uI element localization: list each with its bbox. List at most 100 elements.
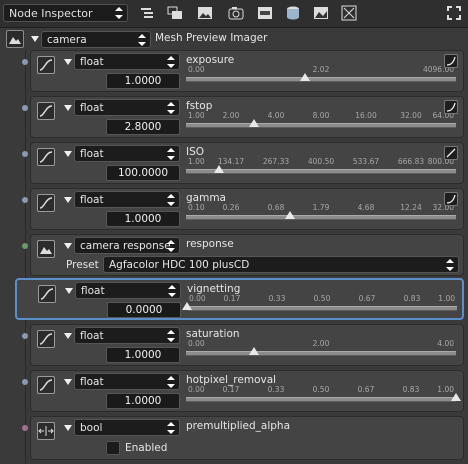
graph-editor-icon[interactable] bbox=[37, 56, 55, 74]
response-type-dropdown[interactable]: camera response bbox=[74, 237, 180, 254]
collapse-arrow-icon[interactable] bbox=[64, 425, 72, 431]
curve-s-icon[interactable] bbox=[444, 192, 458, 206]
graph-editor-icon[interactable] bbox=[38, 285, 56, 303]
expand-icon[interactable] bbox=[446, 5, 462, 21]
slider-tick-label: 0.83 bbox=[402, 385, 420, 394]
slider-thumb[interactable] bbox=[182, 302, 192, 310]
collapse-arrow-icon[interactable] bbox=[64, 379, 72, 385]
graph-editor-icon[interactable] bbox=[37, 376, 55, 394]
param-value-field[interactable]: 2.8000 bbox=[106, 119, 180, 135]
slider-thumb[interactable] bbox=[451, 393, 461, 401]
param-slider[interactable]: 0.00 2.02 4096.00 bbox=[186, 65, 456, 89]
curve-linear-icon[interactable] bbox=[444, 146, 458, 160]
slider-thumb[interactable] bbox=[248, 347, 259, 355]
split-arrows-icon[interactable] bbox=[37, 422, 55, 440]
param-type-dropdown[interactable]: float bbox=[74, 145, 180, 162]
curve-s-icon[interactable] bbox=[444, 54, 458, 68]
param-type-label: float bbox=[80, 330, 104, 342]
graph-editor-icon[interactable] bbox=[37, 148, 55, 166]
param-slider[interactable]: 0.00 2.00 4.00 bbox=[186, 339, 456, 363]
enabled-checkbox[interactable] bbox=[106, 441, 120, 455]
image-icon[interactable] bbox=[197, 5, 213, 21]
slider-tick-label: 4.68 bbox=[357, 203, 375, 212]
slider-track[interactable] bbox=[186, 123, 456, 128]
param-type-dropdown[interactable]: float bbox=[74, 327, 180, 344]
panel-selector[interactable]: Node Inspector bbox=[3, 4, 128, 22]
slider-track[interactable] bbox=[186, 77, 456, 82]
collapse-arrow-icon[interactable] bbox=[64, 243, 72, 249]
collapse-arrow-icon[interactable] bbox=[64, 105, 72, 111]
curve-s-icon[interactable] bbox=[444, 100, 458, 114]
collapse-arrow-icon[interactable] bbox=[64, 151, 72, 157]
param-slider[interactable]: 0.00 0.17 0.33 0.50 0.67 0.83 1.00 bbox=[186, 385, 461, 409]
slider-track[interactable] bbox=[186, 169, 456, 174]
slider-tick-label: 1.79 bbox=[312, 203, 330, 212]
param-value-field[interactable]: 1.0000 bbox=[106, 393, 180, 409]
slider-tick-label: 0.00 bbox=[188, 339, 205, 348]
node-type-label: camera bbox=[47, 34, 87, 46]
collapse-arrow-icon[interactable] bbox=[64, 333, 72, 339]
param-value-field[interactable]: 0.0000 bbox=[107, 302, 181, 318]
port-dot[interactable] bbox=[22, 151, 28, 157]
picture-icon[interactable] bbox=[313, 5, 329, 21]
port-dot[interactable] bbox=[22, 425, 28, 431]
param-name: response bbox=[186, 238, 234, 250]
slider-thumb[interactable] bbox=[214, 165, 225, 173]
layers-icon[interactable] bbox=[167, 5, 183, 21]
mountain-icon[interactable] bbox=[6, 30, 24, 48]
bool-type-dropdown[interactable]: bool bbox=[74, 419, 180, 436]
port-dot[interactable] bbox=[22, 379, 28, 385]
slider-thumb[interactable] bbox=[299, 73, 310, 81]
updown-arrows-icon bbox=[446, 259, 454, 271]
graph-editor-icon[interactable] bbox=[37, 330, 55, 348]
collapse-arrow-icon[interactable] bbox=[31, 36, 39, 42]
port-dot[interactable] bbox=[22, 333, 28, 339]
slider-thumb[interactable] bbox=[248, 119, 259, 127]
param-value-field[interactable]: 1.0000 bbox=[106, 211, 180, 227]
param-type-dropdown[interactable]: float bbox=[74, 191, 180, 208]
param-type-dropdown[interactable]: float bbox=[74, 53, 180, 70]
param-slider[interactable]: 1.00 2.00 4.00 8.00 16.00 32.00 64.00 bbox=[186, 111, 456, 135]
param-slider[interactable]: 0.10 0.26 0.68 1.79 4.68 12.24 32.00 bbox=[186, 203, 456, 227]
param-type-dropdown[interactable]: float bbox=[74, 99, 180, 116]
slider-tick-label: 4.00 bbox=[267, 111, 285, 120]
collapse-arrow-icon[interactable] bbox=[64, 59, 72, 65]
film-strip-icon[interactable] bbox=[257, 5, 273, 21]
param-type-dropdown[interactable]: float bbox=[74, 373, 180, 390]
param-card-premultiplied-alpha: bool premultiplied_alpha Enabled bbox=[30, 416, 464, 460]
slider-track[interactable] bbox=[186, 215, 456, 220]
graph-editor-icon[interactable] bbox=[37, 194, 55, 212]
grid-icon[interactable] bbox=[341, 5, 357, 21]
panel-selector-label: Node Inspector bbox=[9, 7, 93, 20]
param-value-field[interactable]: 100.0000 bbox=[106, 165, 180, 181]
updown-arrows-icon bbox=[167, 56, 175, 68]
node-type-dropdown[interactable]: camera bbox=[41, 31, 151, 48]
database-icon[interactable] bbox=[285, 5, 301, 21]
graph-editor-icon[interactable] bbox=[37, 102, 55, 120]
collapse-arrow-icon[interactable] bbox=[65, 288, 73, 294]
slider-tick-label: 0.10 bbox=[188, 203, 205, 212]
param-type-label: float bbox=[80, 376, 104, 388]
collapse-arrow-icon[interactable] bbox=[64, 197, 72, 203]
port-dot[interactable] bbox=[22, 105, 28, 111]
param-slider[interactable]: 0.00 0.17 0.33 0.50 0.67 0.83 1.00 bbox=[182, 294, 457, 318]
param-card-gamma: float gamma 1.0000 0.10 0.26 0.68 1.79 4.68 12.2… bbox=[30, 188, 464, 230]
port-dot[interactable] bbox=[22, 197, 28, 203]
slider-tick-label: 2.00 bbox=[222, 111, 240, 120]
port-dot[interactable] bbox=[22, 59, 28, 65]
preset-dropdown[interactable]: Agfacolor HDC 100 plusCD bbox=[103, 256, 459, 273]
slider-thumb[interactable] bbox=[284, 211, 295, 219]
port-dot[interactable] bbox=[22, 243, 28, 249]
slider-track[interactable] bbox=[186, 351, 456, 356]
camera-settings-icon[interactable] bbox=[228, 5, 244, 21]
list-indent-icon[interactable] bbox=[139, 5, 155, 21]
param-slider[interactable]: 1.00 134.17 267.33 400.50 533.67 666.83 800.00 bbox=[186, 157, 456, 181]
param-value-field[interactable]: 1.0000 bbox=[106, 73, 180, 89]
slider-track[interactable] bbox=[187, 306, 457, 311]
mountain-icon[interactable] bbox=[37, 240, 55, 258]
param-value-field[interactable]: 1.0000 bbox=[106, 347, 180, 363]
param-card-exposure: float exposure 1.0000 0.00 2.02 4096.00 bbox=[30, 50, 464, 92]
slider-track[interactable] bbox=[186, 397, 456, 402]
param-card-response: camera response response Preset Agfacolor H… bbox=[30, 234, 464, 276]
param-type-dropdown[interactable]: float bbox=[75, 282, 181, 299]
